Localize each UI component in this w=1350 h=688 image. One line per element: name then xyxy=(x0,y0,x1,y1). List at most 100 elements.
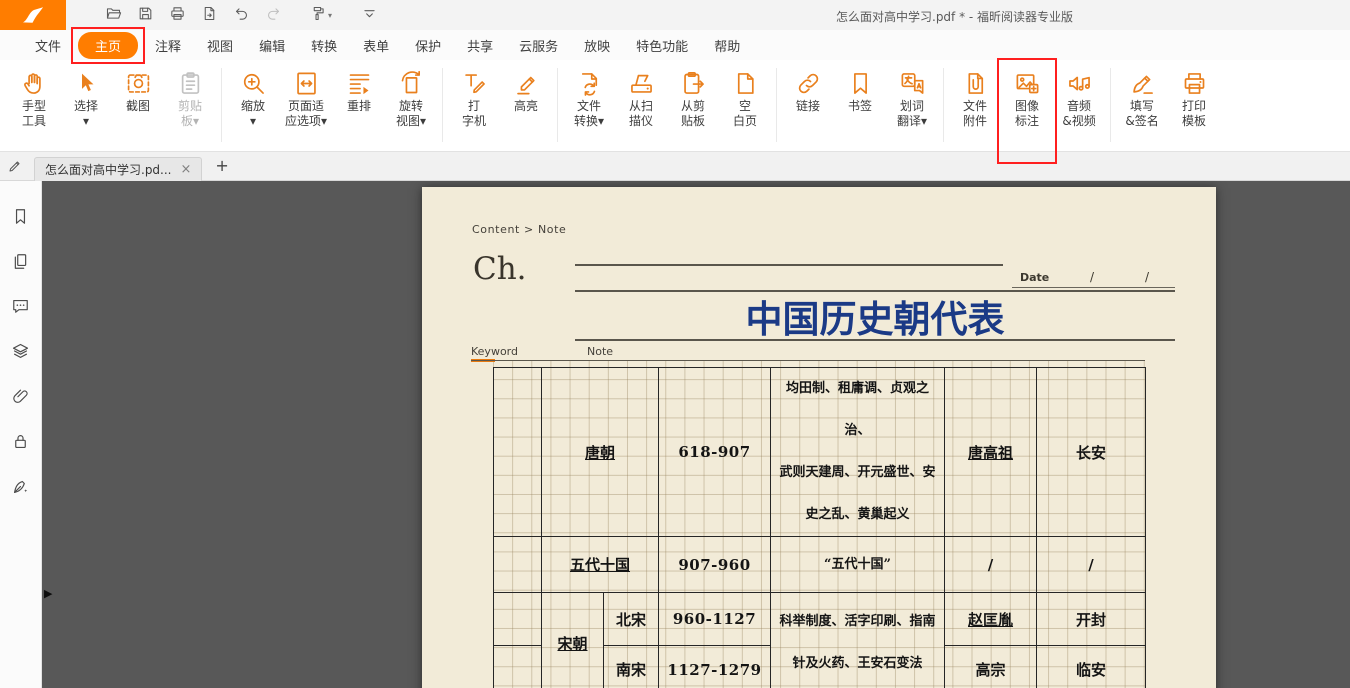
translate-button[interactable]: 划词翻译▾ xyxy=(886,63,938,129)
menu-tab-label: 共享 xyxy=(467,40,493,55)
typewriter-button[interactable]: 打字机 xyxy=(448,63,500,129)
ribbon-button-label: 旋转 xyxy=(399,99,423,114)
blank-page-button[interactable]: 空白页 xyxy=(719,63,771,129)
attach-file-button[interactable]: 文件附件 xyxy=(949,63,1001,129)
menu-tab-1[interactable]: 主页 xyxy=(78,32,138,59)
bookmark-panel-button[interactable] xyxy=(11,207,31,227)
annotate-pencil-button[interactable] xyxy=(0,158,30,174)
founder-nansong: 高宗 xyxy=(945,646,1037,688)
ribbon-button-label: 书签 xyxy=(848,99,872,114)
select-tool-button[interactable]: 选择▾ xyxy=(60,63,112,129)
signature-panel-button[interactable] xyxy=(11,477,31,497)
menu-tab-9[interactable]: 云服务 xyxy=(506,32,571,59)
foxit-logo[interactable] xyxy=(0,0,66,30)
highlight-button[interactable]: 高亮 xyxy=(500,63,552,114)
description-tang: 均田制、租庸调、贞观之治、 武则天建周、开元盛世、安 史之乱、黄巢起义 xyxy=(771,368,945,537)
ribbon-divider xyxy=(943,68,944,142)
attach-file-icon xyxy=(962,70,989,97)
ribbon-button-label: ▾ xyxy=(83,114,89,129)
paste-button[interactable]: 从剪贴板 xyxy=(667,63,719,129)
attachments-panel-button[interactable] xyxy=(11,387,31,407)
panel-expand-handle[interactable]: ▶ xyxy=(44,587,52,600)
audio-video-button[interactable]: 音频&视频 xyxy=(1053,63,1105,129)
sub-dynasty-nansong: 南宋 xyxy=(604,646,659,688)
menu-tab-10[interactable]: 放映 xyxy=(571,32,623,59)
scanner-button[interactable]: 从扫描仪 xyxy=(615,63,667,129)
document-tab[interactable]: 怎么面对高中学习.pd... × xyxy=(34,157,202,181)
close-tab-icon[interactable]: × xyxy=(181,163,192,176)
date-slash: / xyxy=(1090,270,1094,284)
founder-link-tang[interactable]: 唐高祖 xyxy=(945,368,1037,537)
reflow-button[interactable]: 重排 xyxy=(333,63,385,114)
image-annotation-button[interactable]: 图像标注 xyxy=(1001,63,1053,129)
menu-tab-4[interactable]: 编辑 xyxy=(246,32,298,59)
menu-tab-3[interactable]: 视图 xyxy=(194,32,246,59)
scanner-icon xyxy=(628,70,655,97)
ribbon-divider xyxy=(557,68,558,142)
pages-panel-button[interactable] xyxy=(11,252,31,272)
ribbon-button-label: 高亮 xyxy=(514,99,538,114)
hand-tool-button[interactable]: 手型工具 xyxy=(8,63,60,129)
print-button[interactable] xyxy=(166,4,188,26)
menu-tab-5[interactable]: 转换 xyxy=(298,32,350,59)
rotate-view-button[interactable]: 旋转视图▾ xyxy=(385,63,437,129)
menu-tab-2[interactable]: 注释 xyxy=(142,32,194,59)
redo-button[interactable] xyxy=(262,4,284,26)
layers-panel-button[interactable] xyxy=(11,342,31,362)
undo-button[interactable] xyxy=(230,4,252,26)
comments-panel-button[interactable] xyxy=(11,297,31,317)
ribbon-toolbar: 手型工具选择▾ 截图剪贴板▾缩放▾页面适应选项▾ 重排旋转视图▾打字机高亮 文件转换▾… xyxy=(0,60,1350,152)
table-row: 唐朝 618-907 均田制、租庸调、贞观之治、 武则天建周、开元盛世、安 史之… xyxy=(494,368,1146,537)
ribbon-button-label: 翻译▾ xyxy=(897,114,927,129)
dynasty-link-song[interactable]: 宋朝 xyxy=(542,593,604,688)
save-button[interactable] xyxy=(134,4,156,26)
highlight-icon xyxy=(513,70,540,97)
ribbon-button-label: 白页 xyxy=(733,114,757,129)
title-bar: ▾ 怎么面对高中学习.pdf * - 福昕阅读器专业版 xyxy=(0,0,1350,30)
menu-tab-6[interactable]: 表单 xyxy=(350,32,402,59)
open-file-button[interactable] xyxy=(102,4,124,26)
menu-tab-0[interactable]: 文件 xyxy=(22,32,74,59)
capital-tang: 长安 xyxy=(1037,368,1146,537)
security-panel-icon xyxy=(11,436,30,455)
ribbon-button-label: 空 xyxy=(739,99,751,114)
signature-panel-icon xyxy=(11,481,30,500)
ribbon-button-label: 应选项▾ xyxy=(285,114,327,129)
clipboard-button[interactable]: 剪贴板▾ xyxy=(164,63,216,129)
zoom-button[interactable]: 缩放▾ xyxy=(227,63,279,129)
founder-link-song[interactable]: 赵匡胤 xyxy=(945,593,1037,646)
customize-toolbar-button[interactable] xyxy=(358,4,380,26)
menu-tab-8[interactable]: 共享 xyxy=(454,32,506,59)
reflow-icon xyxy=(346,70,373,97)
paste-icon xyxy=(680,70,707,97)
menu-tab-11[interactable]: 特色功能 xyxy=(623,32,701,59)
ribbon-button-label: 图像 xyxy=(1015,99,1039,114)
print-template-icon xyxy=(1181,70,1208,97)
menu-tab-12[interactable]: 帮助 xyxy=(701,32,753,59)
dynasty-link-tang[interactable]: 唐朝 xyxy=(542,368,659,537)
print-template-button[interactable]: 打印模板 xyxy=(1168,63,1220,129)
bookmark-button[interactable]: 书签 xyxy=(834,63,886,114)
link-button[interactable]: 链接 xyxy=(782,63,834,114)
new-tab-button[interactable]: + xyxy=(215,158,228,174)
document-canvas[interactable]: ▶ Content > Note Ch. Date / / 中国历史朝代表 Ke… xyxy=(42,181,1350,688)
ribbon-button-label: 重排 xyxy=(347,99,371,114)
export-button[interactable] xyxy=(198,4,220,26)
date-field: Date / / xyxy=(1012,269,1175,288)
menu-tab-7[interactable]: 保护 xyxy=(402,32,454,59)
dynasty-link-wudai[interactable]: 五代十国 xyxy=(542,537,659,593)
ribbon-button-label: 截图 xyxy=(126,99,150,114)
capital-nansong: 临安 xyxy=(1037,646,1146,688)
snapshot-button[interactable]: 截图 xyxy=(112,63,164,114)
fit-page-button[interactable]: 页面适应选项▾ xyxy=(279,63,333,129)
format-brush-button[interactable]: ▾ xyxy=(310,4,332,26)
file-convert-button[interactable]: 文件转换▾ xyxy=(563,63,615,129)
fill-sign-button[interactable]: 填写&签名 xyxy=(1116,63,1168,129)
rule-line xyxy=(575,264,1003,266)
ribbon-button-label: 字机 xyxy=(462,114,486,129)
breadcrumb: Content > Note xyxy=(472,223,566,236)
security-panel-button[interactable] xyxy=(11,432,31,452)
menu-tab-label: 文件 xyxy=(35,40,61,55)
ribbon-button-label: 板▾ xyxy=(181,114,199,129)
navigation-panel-strip xyxy=(0,181,42,688)
